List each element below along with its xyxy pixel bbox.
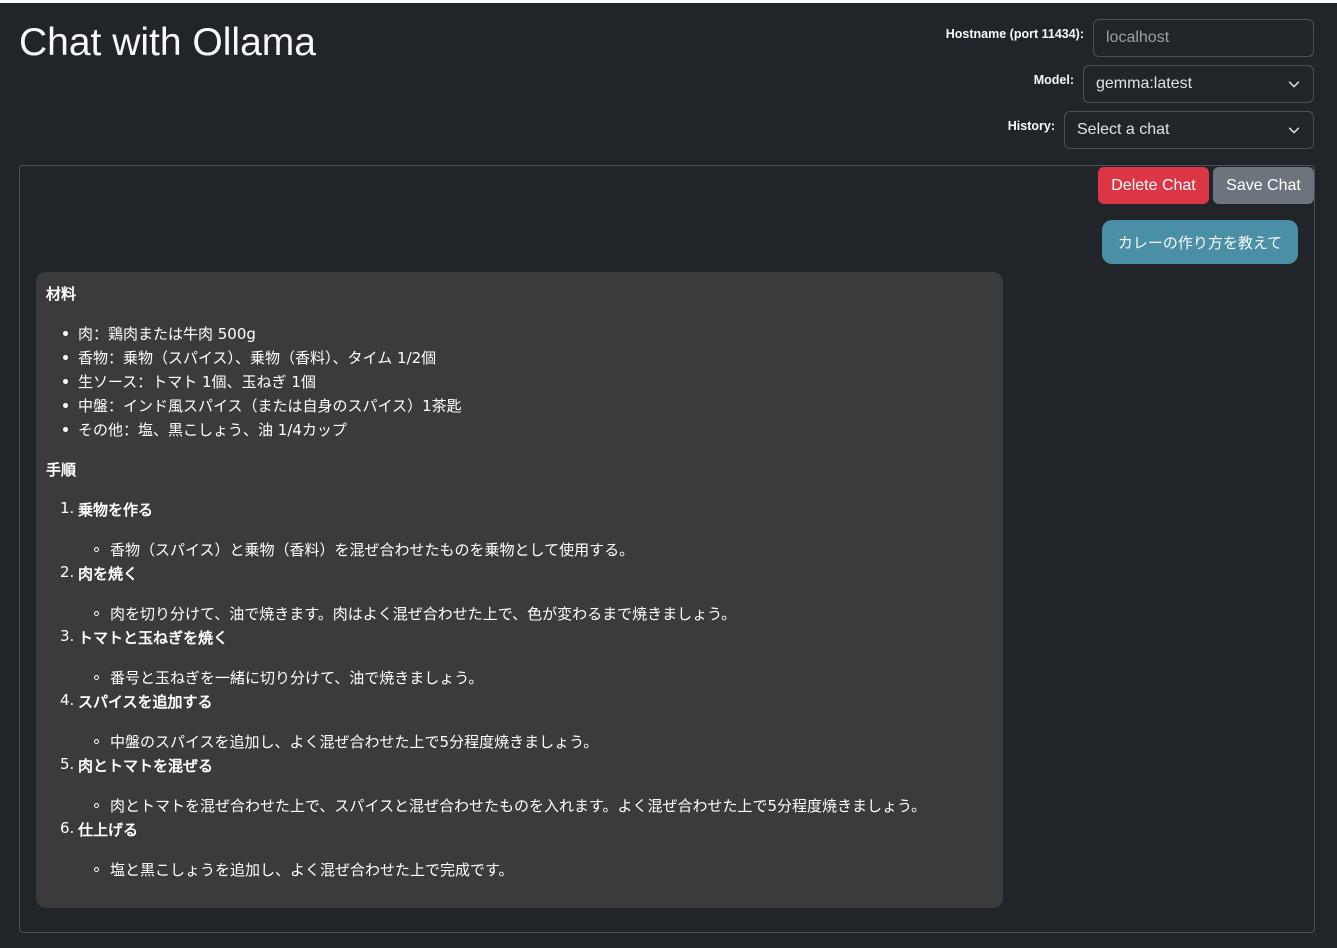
step-number: 2. — [60, 563, 75, 581]
ingredient-text: その他：塩、黒こしょう、油 1/4カップ — [78, 421, 347, 439]
model-value: gemma:latest — [1096, 75, 1193, 92]
sub-bullet-icon — [94, 739, 99, 744]
sub-bullet-icon — [94, 803, 99, 808]
step-number: 3. — [60, 627, 75, 645]
step-number: 4. — [60, 691, 75, 709]
history-row: History: Select a chat — [1008, 111, 1314, 149]
step-title: 仕上げる — [78, 821, 139, 839]
page-title: Chat with Ollama — [19, 21, 316, 64]
history-select[interactable]: Select a chat — [1064, 111, 1314, 149]
ingredient-text: 肉：鶏肉または牛肉 500g — [78, 325, 256, 343]
step-detail: 番号と玉ねぎを一緒に切り分けて、油で焼きましょう。 — [110, 669, 484, 687]
sub-bullet-icon — [94, 547, 99, 552]
step-number: 5. — [60, 755, 75, 773]
step-number: 6. — [60, 819, 75, 837]
step-title: トマトと玉ねぎを焼く — [78, 629, 229, 647]
bullet-icon — [63, 379, 68, 384]
delete-chat-button[interactable]: Delete Chat — [1098, 167, 1209, 204]
user-message: カレーの作り方を教えて — [1102, 220, 1298, 264]
step-title: 肉を焼く — [78, 565, 139, 583]
bullet-icon — [63, 355, 68, 360]
user-message-text: カレーの作り方を教えて — [1117, 233, 1283, 252]
hostname-label: Hostname (port 11434): — [945, 27, 1084, 41]
hostname-value: localhost — [1106, 29, 1170, 46]
history-value: Select a chat — [1077, 121, 1170, 138]
step-detail: 香物（スパイス）と乗物（香料）を混ぜ合わせたものを乗物として使用する。 — [110, 541, 635, 559]
step-detail: 肉とトマトを混ぜ合わせた上で、スパイスと混ぜ合わせたものを入れます。よく混ぜ合わ… — [110, 797, 927, 815]
ingredient-text: 中盤：インド風スパイス（または自身のスパイス）1茶匙 — [78, 397, 462, 415]
ingredients-heading: 材料 — [46, 285, 77, 303]
steps-heading: 手順 — [46, 461, 77, 479]
step-number: 1. — [60, 499, 75, 517]
hostname-input[interactable]: localhost — [1093, 19, 1314, 57]
save-chat-button[interactable]: Save Chat — [1213, 167, 1314, 204]
step-detail: 肉を切り分けて、油で焼きます。肉はよく混ぜ合わせた上で、色が変わるまで焼きましょ… — [110, 605, 737, 623]
ingredient-text: 香物：乗物（スパイス）、乗物（香料）、タイム 1/2個 — [78, 349, 437, 367]
bullet-icon — [63, 331, 68, 336]
step-detail: 塩と黒こしょうを追加し、よく混ぜ合わせた上で完成です。 — [110, 861, 514, 879]
sub-bullet-icon — [94, 867, 99, 872]
bullet-icon — [63, 403, 68, 408]
window-top-border — [0, 0, 1337, 3]
model-select[interactable]: gemma:latest — [1083, 65, 1314, 103]
history-label: History: — [1007, 119, 1055, 133]
assistant-message: 材料 肉：鶏肉または牛肉 500g 香物：乗物（スパイス）、乗物（香料）、タイム… — [36, 272, 1003, 908]
model-label: Model: — [1033, 73, 1074, 87]
hostname-row: Hostname (port 11434): localhost — [946, 19, 1314, 57]
sub-bullet-icon — [94, 611, 99, 616]
chevron-down-icon — [1288, 127, 1300, 134]
ingredient-text: 生ソース：トマト 1個、玉ねぎ 1個 — [78, 373, 316, 391]
model-row: Model: gemma:latest — [1034, 65, 1314, 103]
chevron-down-icon — [1288, 81, 1300, 88]
step-detail: 中盤のスパイスを追加し、よく混ぜ合わせた上で5分程度焼きましょう。 — [110, 733, 599, 751]
step-title: 乗物を作る — [78, 501, 154, 519]
step-title: 肉とトマトを混ぜる — [78, 757, 214, 775]
step-title: スパイスを追加する — [78, 693, 213, 711]
sub-bullet-icon — [94, 675, 99, 680]
bullet-icon — [63, 427, 68, 432]
